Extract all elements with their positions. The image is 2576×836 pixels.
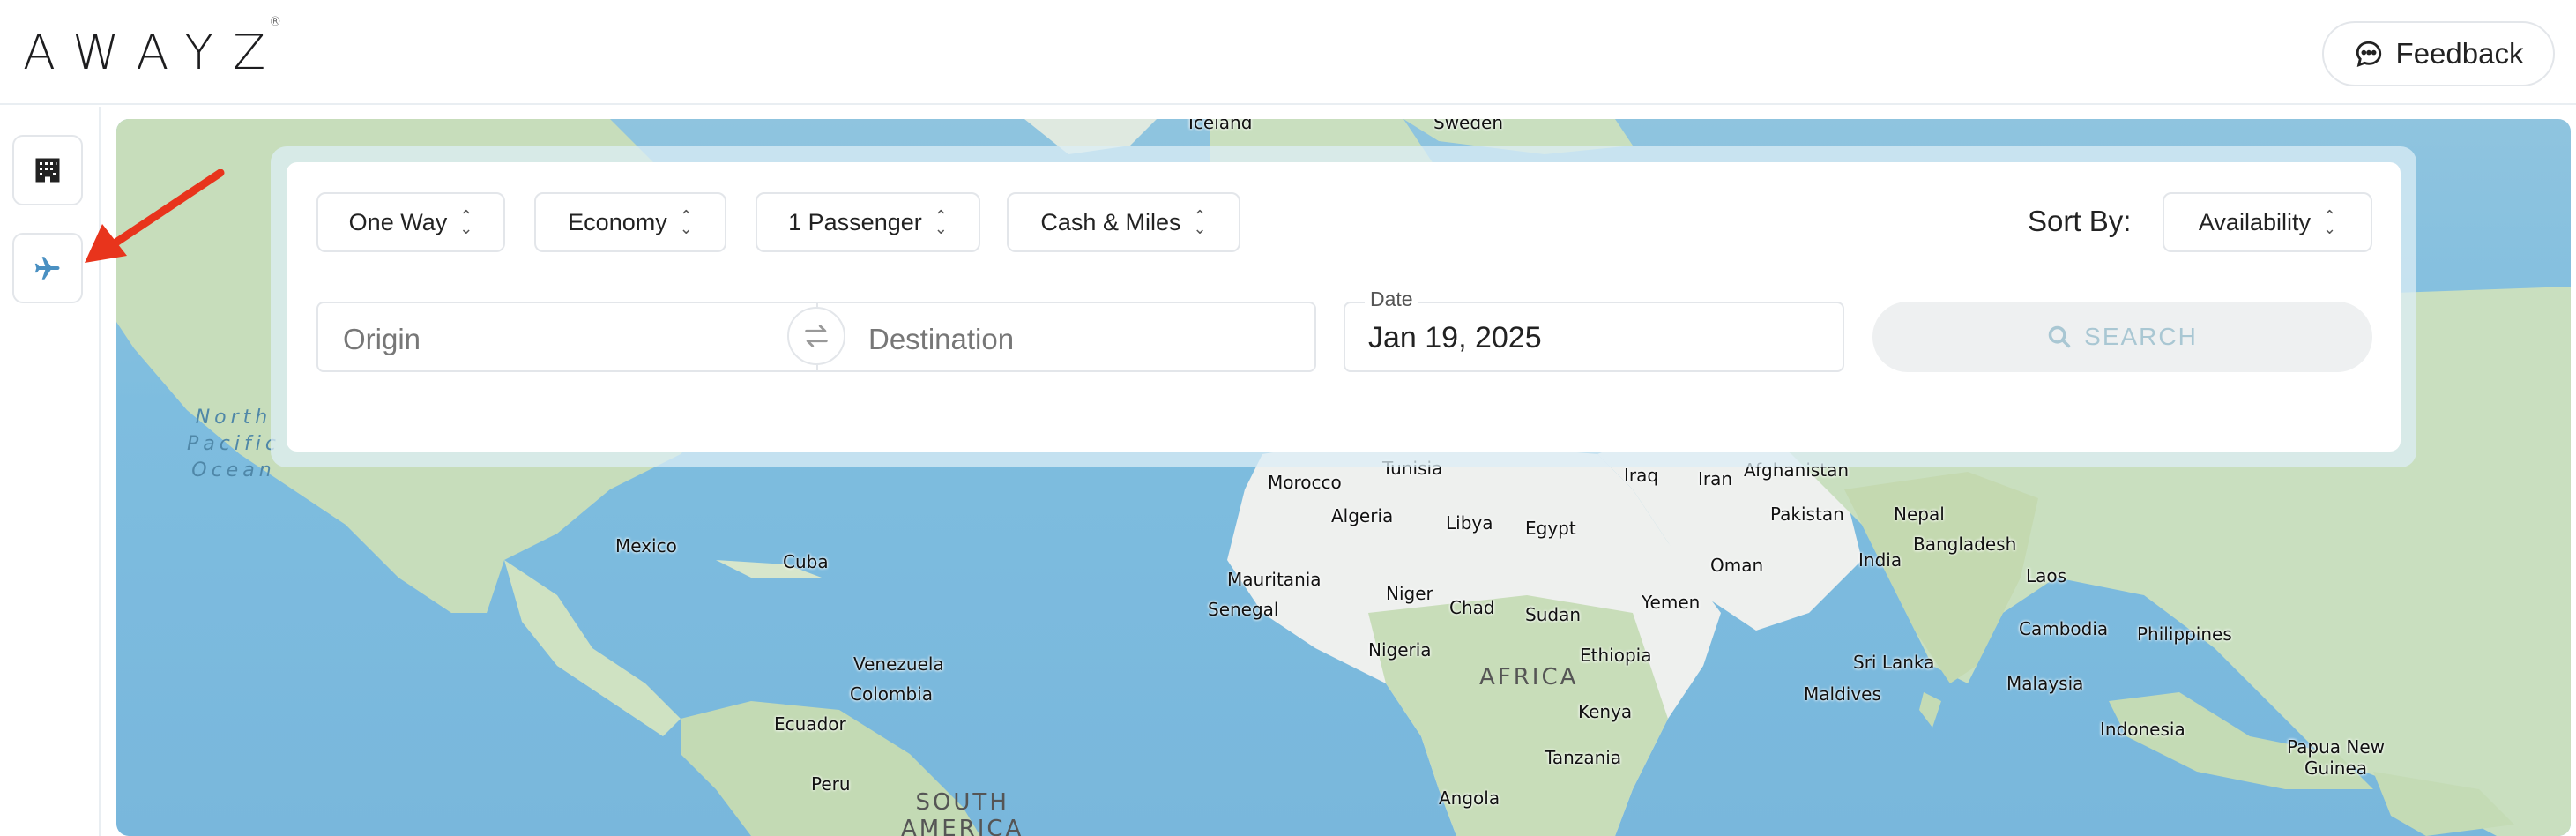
origin-input[interactable]: Origin (343, 323, 421, 356)
cabin-class-value: Economy (568, 208, 667, 235)
swap-origin-destination-button[interactable] (787, 307, 845, 365)
map-label-papua-new-guinea: Papua New Guinea (2287, 736, 2386, 779)
cabin-class-select[interactable]: Economy ⌃ ⌄ (534, 192, 726, 252)
nav-hotels-button[interactable] (12, 135, 83, 205)
map-label-mexico: Mexico (615, 535, 677, 556)
airplane-icon (34, 257, 60, 280)
annotation-arrow (85, 169, 225, 263)
map-label-bangladesh: Bangladesh (1913, 534, 2017, 555)
top-header: AWAYZ® Feedback (0, 0, 2576, 105)
destination-input[interactable]: Destination (868, 323, 1014, 356)
sort-caret-icon: ⌃ ⌄ (1193, 207, 1207, 237)
search-icon (2048, 325, 2071, 348)
map-label-tanzania: Tanzania (1545, 747, 1622, 768)
map-label-africa: AFRICA (1479, 664, 1579, 690)
map-label-indonesia: Indonesia (2100, 719, 2185, 740)
map-label-niger: Niger (1386, 583, 1433, 604)
map-label-venezuela: Venezuela (853, 653, 944, 675)
date-value: Jan 19, 2025 (1368, 321, 1542, 355)
map-label-kenya: Kenya (1578, 701, 1633, 722)
passengers-select[interactable]: 1 Passenger ⌃ ⌄ (756, 192, 980, 252)
map-label-laos: Laos (2026, 565, 2067, 586)
map-label-mauritania: Mauritania (1227, 569, 1322, 590)
map-label-pakistan: Pakistan (1770, 504, 1844, 525)
sort-by-select[interactable]: Availability ⌃ ⌄ (2163, 192, 2372, 252)
trip-type-select[interactable]: One Way ⌃ ⌄ (316, 192, 505, 252)
sort-caret-icon: ⌃ ⌄ (934, 207, 948, 237)
map-label-south-america: SOUTH AMERICA (901, 789, 1024, 836)
map-label-yemen: Yemen (1642, 592, 1701, 613)
chat-bubble-icon (2356, 41, 2381, 67)
sort-by-value: Availability (2198, 208, 2311, 235)
date-label: Date (1365, 287, 1418, 311)
map-label-colombia: Colombia (850, 683, 933, 705)
map-label-chad: Chad (1449, 597, 1495, 618)
sort-caret-icon: ⌃ ⌄ (679, 207, 693, 237)
map-label-sri-lanka: Sri Lanka (1853, 652, 1935, 673)
sort-by-label: Sort By: (2028, 205, 2132, 237)
map-label-india: India (1858, 549, 1902, 571)
sort-caret-icon: ⌃ ⌄ (459, 207, 473, 237)
map-label-ecuador: Ecuador (774, 713, 846, 735)
feedback-button[interactable]: Feedback (2322, 21, 2555, 86)
nav-flights-button[interactable] (12, 233, 83, 303)
map-label-sweden: Sweden (1433, 119, 1504, 133)
map-label-libya: Libya (1446, 512, 1493, 534)
map-label-iceland: Iceland (1188, 119, 1253, 133)
feedback-label: Feedback (2395, 37, 2524, 70)
sort-caret-icon: ⌃ ⌄ (2322, 207, 2337, 237)
map-label-peru: Peru (811, 773, 851, 795)
map-label-angola: Angola (1439, 787, 1500, 809)
app-logo[interactable]: AWAYZ® (23, 15, 297, 80)
map-label-north-pacific: North Pacific Ocean (187, 407, 280, 481)
map-label-philippines: Philippines (2137, 623, 2232, 645)
payment-type-select[interactable]: Cash & Miles ⌃ ⌄ (1007, 192, 1240, 252)
map-label-algeria: Algeria (1331, 505, 1394, 526)
search-button[interactable]: SEARCH (1872, 302, 2372, 372)
map-label-senegal: Senegal (1208, 599, 1279, 620)
map-label-oman: Oman (1710, 555, 1764, 576)
payment-type-value: Cash & Miles (1040, 208, 1181, 235)
map-label-iran: Iran (1698, 468, 1733, 489)
trip-type-value: One Way (348, 208, 448, 235)
map-label-iraq: Iraq (1624, 465, 1659, 486)
map-label-sudan: Sudan (1525, 604, 1581, 625)
search-button-label: SEARCH (2084, 323, 2198, 350)
passengers-value: 1 Passenger (788, 208, 922, 235)
date-field[interactable]: Jan 19, 2025 (1344, 302, 1844, 372)
hotel-building-icon (35, 158, 60, 183)
map-label-ethiopia: Ethiopia (1580, 645, 1652, 666)
swap-arrows-icon (805, 325, 828, 347)
map-label-malaysia: Malaysia (2006, 673, 2084, 694)
map-label-maldives: Maldives (1804, 683, 1881, 705)
map-label-morocco: Morocco (1268, 472, 1342, 493)
map-label-cuba: Cuba (783, 551, 829, 572)
map-label-nepal: Nepal (1894, 504, 1945, 525)
map-label-cambodia: Cambodia (2019, 618, 2109, 639)
map-label-nigeria: Nigeria (1368, 639, 1432, 661)
map-label-egypt: Egypt (1525, 518, 1576, 539)
